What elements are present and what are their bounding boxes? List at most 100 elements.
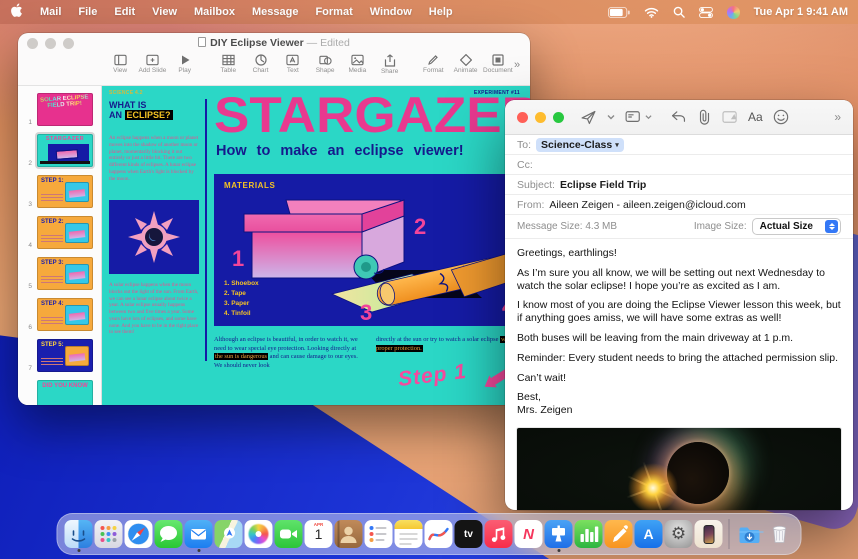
body-paragraph-5: Reminder: Every student needs to bring t… xyxy=(517,352,841,365)
image-size-select[interactable]: Actual Size xyxy=(752,218,841,235)
wifi-icon[interactable] xyxy=(644,7,659,18)
slide-navigator[interactable]: 1SOLAR ECLIPSE FIELD TRIP!2STARGAZER3STE… xyxy=(18,86,102,405)
dock-iphone-icon[interactable] xyxy=(695,520,723,548)
menu-item-mail[interactable]: Mail xyxy=(40,6,61,18)
svg-text:3: 3 xyxy=(360,300,372,325)
body-paragraph-1: Greetings, earthlings! xyxy=(517,247,841,260)
dock-facetime-icon[interactable] xyxy=(275,520,303,548)
zoom-button[interactable] xyxy=(553,112,564,123)
from-field[interactable]: From: Aileen Zeigen - aileen.zeigen@iclo… xyxy=(505,195,853,215)
send-icon[interactable] xyxy=(580,109,597,126)
dock-news-icon[interactable]: N xyxy=(515,520,543,548)
subject-label: Subject: xyxy=(517,179,555,191)
desktop: Mail File Edit View Mailbox Message Format Wind… xyxy=(0,0,858,559)
stepper-icon xyxy=(825,220,838,233)
attach-icon[interactable] xyxy=(697,109,712,125)
siri-icon[interactable] xyxy=(727,6,740,19)
dock-launchpad-icon[interactable] xyxy=(95,520,123,548)
dock-mail-icon[interactable] xyxy=(185,520,213,548)
dock-freeform-icon[interactable] xyxy=(425,520,453,548)
toolbar-view-button[interactable]: View xyxy=(104,54,136,74)
menu-item-help[interactable]: Help xyxy=(429,6,453,18)
dock-downloads-icon[interactable] xyxy=(736,520,764,548)
dock-photos-icon[interactable] xyxy=(245,520,273,548)
dock-reminders-icon[interactable] xyxy=(365,520,393,548)
menu-item-format[interactable]: Format xyxy=(315,6,352,18)
slide-thumbnail-3[interactable]: 3STEP 1: xyxy=(18,171,101,212)
slide-thumbnail-1[interactable]: 1SOLAR ECLIPSE FIELD TRIP! xyxy=(18,89,101,130)
more-icon[interactable]: » xyxy=(834,110,841,124)
dock-tv-icon[interactable]: tv xyxy=(455,520,483,548)
markup-icon[interactable] xyxy=(722,110,738,124)
toolbar-media-button[interactable]: Media xyxy=(341,54,373,74)
dock-notes-icon[interactable] xyxy=(395,520,423,548)
message-body[interactable]: Greetings, earthlings!As I’m sure you al… xyxy=(505,239,853,426)
apple-menu-icon[interactable] xyxy=(10,3,23,21)
chevron-down-icon[interactable] xyxy=(607,114,615,120)
menu-item-file[interactable]: File xyxy=(78,6,97,18)
toolbar-text-button[interactable]: Text xyxy=(277,54,309,74)
recipient-token[interactable]: Science-Class▾ xyxy=(536,138,624,152)
eclipse-paragraph-2: A solar eclipse happens when the moon bl… xyxy=(109,282,199,336)
slide-thumbnail-7[interactable]: 7STEP 5: xyxy=(18,335,101,376)
svg-text:1: 1 xyxy=(232,246,244,271)
reply-icon[interactable] xyxy=(670,110,687,124)
toolbar-animate-button[interactable]: Animate xyxy=(449,54,481,74)
toolbar-document-button[interactable]: Document xyxy=(482,54,514,74)
dock-safari-icon[interactable] xyxy=(125,520,153,548)
toolbar-shape-button[interactable]: Shape xyxy=(309,54,341,74)
running-indicator xyxy=(197,549,200,552)
dock-messages-icon[interactable] xyxy=(155,520,183,548)
dock-contacts-icon[interactable] xyxy=(335,520,363,548)
mail-window-controls xyxy=(517,112,564,123)
close-button[interactable] xyxy=(517,112,528,123)
toolbar-share-button[interactable]: Share xyxy=(374,54,406,75)
menu-item-window[interactable]: Window xyxy=(370,6,412,18)
dock: APR1 tv N A⚙ xyxy=(57,513,802,555)
dock-calendar-icon[interactable]: APR1 xyxy=(305,520,333,548)
minimize-button[interactable] xyxy=(535,112,546,123)
menu-item-view[interactable]: View xyxy=(152,6,177,18)
slide-thumbnail-4[interactable]: 4STEP 2: xyxy=(18,212,101,253)
dock-keynote-icon[interactable] xyxy=(545,520,573,548)
dock-numbers-icon[interactable] xyxy=(575,520,603,548)
slide-canvas[interactable]: SCIENCE 4.2 EXPERIMENT #11 WHAT IS AN EC… xyxy=(102,86,530,405)
eclipse-paragraph-1: An eclipse happens when a moon or planet… xyxy=(109,135,199,182)
menu-item-edit[interactable]: Edit xyxy=(114,6,135,18)
search-icon[interactable] xyxy=(673,6,685,18)
subject-field[interactable]: Subject: Eclipse Field Trip xyxy=(505,175,853,195)
running-indicator xyxy=(557,549,560,552)
toolbar-table-button[interactable]: Table xyxy=(212,54,244,74)
slide-thumbnail-6[interactable]: 6STEP 4: xyxy=(18,294,101,335)
slide-thumbnail-5[interactable]: 5STEP 3: xyxy=(18,253,101,294)
slide-thumbnail-8[interactable]: 8DID YOU KNOW xyxy=(18,376,101,405)
toolbar-add-slide-button[interactable]: Add Slide xyxy=(136,54,168,74)
dock-pages-icon[interactable] xyxy=(605,520,633,548)
menu-bar-clock[interactable]: Tue Apr 1 9:41 AM xyxy=(754,6,848,18)
menu-item-message[interactable]: Message xyxy=(252,6,298,18)
slide-thumbnail-2[interactable]: 2STARGAZER xyxy=(18,130,101,171)
dock-music-icon[interactable] xyxy=(485,520,513,548)
toolbar-format-button[interactable]: Format xyxy=(417,54,449,74)
keynote-titlebar[interactable]: DIY Eclipse Viewer — Edited xyxy=(18,33,530,53)
menu-item-mailbox[interactable]: Mailbox xyxy=(194,6,235,18)
to-field[interactable]: To: Science-Class▾ xyxy=(505,135,853,155)
dock-appstore-icon[interactable]: A xyxy=(635,520,663,548)
dock-finder-icon[interactable] xyxy=(65,520,93,548)
toolbar-play-button[interactable]: Play xyxy=(169,54,201,74)
control-center-icon[interactable] xyxy=(699,7,713,18)
cc-label: Cc: xyxy=(517,159,533,171)
header-fields-icon[interactable] xyxy=(625,110,652,124)
cc-field[interactable]: Cc: xyxy=(505,155,853,175)
keynote-toolbar: ViewAdd SlidePlay TableChartTextShapeMedi… xyxy=(18,53,530,85)
battery-icon[interactable] xyxy=(608,7,630,18)
toolbar-more-button[interactable]: » xyxy=(514,54,520,71)
body-paragraph-7: Best, Mrs. Zeigen xyxy=(517,391,841,417)
dock-settings-icon[interactable]: ⚙ xyxy=(665,520,693,548)
format-text-icon[interactable]: Aa xyxy=(748,110,763,124)
toolbar-chart-button[interactable]: Chart xyxy=(244,54,276,74)
eclipse-photo-attachment[interactable] xyxy=(517,428,841,510)
dock-maps-icon[interactable] xyxy=(215,520,243,548)
dock-trash-icon[interactable] xyxy=(766,520,794,548)
emoji-icon[interactable] xyxy=(773,109,789,125)
